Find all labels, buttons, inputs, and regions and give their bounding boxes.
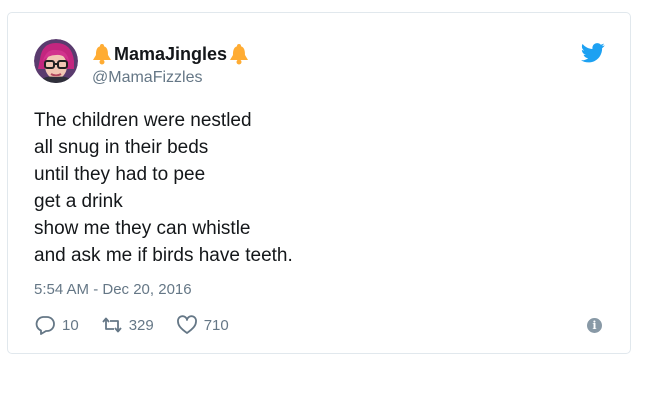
tweet-text-line: and ask me if birds have teeth.: [34, 245, 293, 266]
heart-icon: [176, 315, 197, 334]
author-handle[interactable]: @MamaFizzles: [92, 69, 202, 87]
retweet-count: 329: [128, 316, 154, 334]
tweet-text-line: The children were nestled: [34, 110, 252, 131]
tweet-actions: 10 329 710: [34, 315, 251, 335]
info-icon[interactable]: i: [587, 318, 602, 333]
reply-button[interactable]: 10: [34, 315, 79, 335]
twitter-bird-icon[interactable]: [581, 43, 605, 63]
like-button[interactable]: 710: [176, 315, 229, 335]
tweet-timestamp[interactable]: 5:54 AM - Dec 20, 2016: [34, 281, 192, 298]
like-count: 710: [203, 316, 229, 334]
bell-icon: [230, 44, 249, 65]
tweet-text-line: all snug in their beds: [34, 137, 209, 158]
retweet-icon: [102, 317, 122, 333]
tweet-text-line: until they had to pee: [34, 164, 206, 185]
embedded-tweet-card: MamaJingles @MamaFizzles The children we…: [7, 12, 631, 354]
tweet-text-line: show me they can whistle: [34, 218, 251, 239]
tweet-text: The children were nestled all snug in th…: [34, 107, 293, 269]
avatar[interactable]: [34, 39, 78, 83]
bell-icon: [93, 44, 111, 65]
reply-count: 10: [62, 316, 79, 334]
retweet-button[interactable]: 329: [101, 315, 154, 335]
display-name[interactable]: MamaJingles: [114, 44, 227, 65]
author-name-row[interactable]: MamaJingles: [92, 41, 249, 67]
avatar-image: [34, 39, 78, 83]
reply-icon: [35, 316, 55, 335]
tweet-text-line: get a drink: [34, 191, 123, 212]
